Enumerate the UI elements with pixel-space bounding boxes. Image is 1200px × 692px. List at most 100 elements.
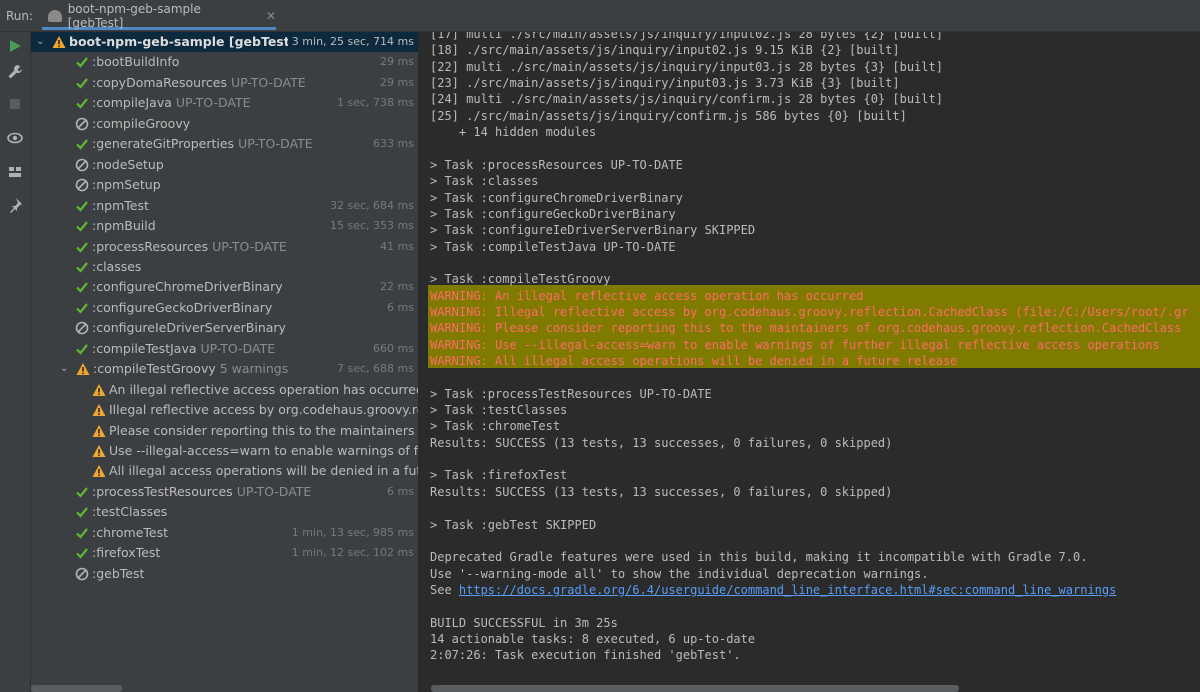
success-check-icon <box>75 280 89 294</box>
tree-root-item[interactable]: ⌄boot-npm-geb-sample [gebTest]:successfu… <box>31 32 418 52</box>
tree-horizontal-scrollbar[interactable] <box>31 685 122 692</box>
tree-item[interactable]: :npmBuild 15 sec, 353 ms <box>31 216 418 236</box>
eye-icon[interactable] <box>7 130 23 146</box>
console-line: Results: SUCCESS (13 tests, 13 successes… <box>430 435 892 451</box>
tree-item[interactable]: An illegal reflective access operation h… <box>31 380 418 400</box>
expand-chevron-icon[interactable]: ⌄ <box>60 359 72 379</box>
console-line: > Task :compileTestGroovy <box>430 271 611 287</box>
tree-item[interactable]: :chromeTest 1 min, 13 sec, 985 ms <box>31 523 418 543</box>
layout-icon[interactable] <box>7 164 23 180</box>
tree-item-label: :gebTest <box>92 565 145 581</box>
tree-item-label: :npmSetup <box>92 177 161 193</box>
tree-item-duration: 32 sec, 684 ms <box>330 198 414 212</box>
tree-item-label: :processTestResources <box>92 483 233 499</box>
console-line-text: > Task :classes <box>430 174 539 189</box>
tree-item-duration: 41 ms <box>380 239 414 253</box>
tree-item[interactable]: Please consider reporting this to the ma… <box>31 421 418 441</box>
console-line: > Task :configureGeckoDriverBinary <box>430 206 676 222</box>
tree-item[interactable]: :classes <box>31 257 418 277</box>
warning-icon <box>92 444 106 458</box>
console-line: See https://docs.gradle.org/6.4/userguid… <box>430 582 1116 598</box>
skipped-icon <box>75 321 89 335</box>
success-check-icon <box>75 55 89 69</box>
console-line: > Task :configureIeDriverServerBinary SK… <box>430 222 755 238</box>
console-line-text: > Task :configureIeDriverServerBinary SK… <box>430 223 756 238</box>
tree-item[interactable]: :npmTest 32 sec, 684 ms <box>31 196 418 216</box>
console-line: + 14 hidden modules <box>430 124 596 140</box>
tree-item-duration: 15 sec, 353 ms <box>330 219 414 233</box>
tree-item[interactable]: :bootBuildInfo 29 ms <box>31 52 418 72</box>
console-line: [25] ./src/main/assets/js/inquiry/confir… <box>430 108 907 124</box>
console-line: 14 actionable tasks: 8 executed, 6 up-to… <box>430 631 755 647</box>
tree-item[interactable]: :configureIeDriverServerBinary <box>31 318 418 338</box>
console-line-text: > Task :chromeTest <box>430 419 561 434</box>
pin-icon[interactable] <box>7 197 23 213</box>
success-check-icon <box>75 96 89 110</box>
console-line-text: Results: SUCCESS (13 tests, 13 successes… <box>430 435 893 450</box>
console-line: > Task :testClasses <box>430 402 567 418</box>
tree-item[interactable]: All illegal access operations will be de… <box>31 461 418 481</box>
console-line-text: WARNING: An illegal reflective access op… <box>430 288 864 303</box>
skipped-icon <box>75 178 89 192</box>
success-check-icon <box>75 199 89 213</box>
success-check-icon <box>75 526 89 540</box>
warning-icon <box>92 464 106 478</box>
tree-item[interactable]: Use --illegal-access=warn to enable warn… <box>31 441 418 461</box>
console-line-text: BUILD SUCCESSFUL in 3m 25s <box>430 615 618 630</box>
console-line-text: WARNING: Illegal reflective access by or… <box>430 304 1189 319</box>
console-warning-line: WARNING: Use --illegal-access=warn to en… <box>430 337 1160 353</box>
tree-item-status: UP-TO-DATE <box>200 340 276 356</box>
console-horizontal-scrollbar[interactable] <box>431 685 959 692</box>
console-line-text: 14 actionable tasks: 8 executed, 6 up-to… <box>430 631 756 646</box>
tree-item[interactable]: :configureGeckoDriverBinary 6 ms <box>31 298 418 318</box>
tree-item[interactable]: :npmSetup <box>31 175 418 195</box>
tree-item[interactable]: :gebTest <box>31 564 418 584</box>
tree-item-label: An illegal reflective access operation h… <box>109 381 418 397</box>
tree-item-duration: 1 min, 12 sec, 102 ms <box>291 546 414 560</box>
tree-item[interactable]: :compileJava UP-TO-DATE 1 sec, 738 ms <box>31 93 418 113</box>
warning-icon <box>76 362 90 376</box>
tree-item[interactable]: ⌄:compileTestGroovy 5 warnings 7 sec, 688 … <box>31 359 418 379</box>
tree-item[interactable]: :copyDomaResources UP-TO-DATE 29 ms <box>31 73 418 93</box>
tree-item[interactable]: :testClasses <box>31 502 418 522</box>
tree-item-label: :compileTestGroovy <box>93 361 216 377</box>
stop-icon[interactable] <box>7 96 23 112</box>
docs-link[interactable]: https://docs.gradle.org/6.4/userguide/co… <box>459 583 1116 597</box>
run-label: Run: <box>6 9 34 23</box>
success-check-icon <box>75 240 89 254</box>
tree-item-duration: 660 ms <box>373 341 414 355</box>
console-warning-line: WARNING: An illegal reflective access op… <box>430 288 863 304</box>
expand-chevron-icon[interactable]: ⌄ <box>36 32 48 52</box>
tree-item-label: All illegal access operations will be de… <box>109 463 418 479</box>
tree-item[interactable]: :configureChromeDriverBinary 22 ms <box>31 277 418 297</box>
console-line: > Task :configureChromeDriverBinary <box>430 190 683 206</box>
gradle-icon <box>48 9 62 22</box>
tree-item[interactable]: :generateGitProperties UP-TO-DATE 633 ms <box>31 134 418 154</box>
success-check-icon <box>75 260 89 274</box>
console-line-text: 2:07:26: Task execution finished 'gebTes… <box>430 648 741 663</box>
tree-item-duration: 6 ms <box>387 300 414 314</box>
tree-item-label: :compileJava <box>92 95 172 111</box>
tree-item[interactable]: :firefoxTest 1 min, 12 sec, 102 ms <box>31 543 418 563</box>
tree-item-duration: 1 sec, 738 ms <box>337 96 414 110</box>
build-console[interactable]: [17] multi ./src/main/assets/js/inquiry/… <box>418 32 1200 692</box>
success-check-icon <box>75 485 89 499</box>
tree-item[interactable]: :compileTestJava UP-TO-DATE 660 ms <box>31 339 418 359</box>
tree-item[interactable]: :processTestResources UP-TO-DATE 6 ms <box>31 482 418 502</box>
tree-item[interactable]: :processResources UP-TO-DATE 41 ms <box>31 237 418 257</box>
tree-item[interactable]: :compileGroovy <box>31 114 418 134</box>
run-tab[interactable]: boot-npm-geb-sample [gebTest] ✕ <box>42 2 276 30</box>
tree-item[interactable]: :nodeSetup <box>31 155 418 175</box>
success-check-icon <box>75 76 89 90</box>
console-line: [18] ./src/main/assets/js/inquiry/input0… <box>430 42 900 58</box>
close-icon[interactable]: ✕ <box>266 9 276 23</box>
tree-item-status: UP-TO-DATE <box>175 95 251 111</box>
tree-item-label: :configureIeDriverServerBinary <box>92 320 286 336</box>
rerun-icon[interactable] <box>7 38 23 54</box>
wrench-icon[interactable] <box>7 64 23 80</box>
console-line-text: Use '--warning-mode all' to show the ind… <box>430 566 929 581</box>
success-check-icon <box>75 301 89 315</box>
build-tree[interactable]: ⌄boot-npm-geb-sample [gebTest]:successfu… <box>31 32 418 692</box>
console-line-text: [22] multi ./src/main/assets/js/inquiry/… <box>430 59 943 74</box>
tree-item[interactable]: Illegal reflective access by org.codehau… <box>31 400 418 420</box>
